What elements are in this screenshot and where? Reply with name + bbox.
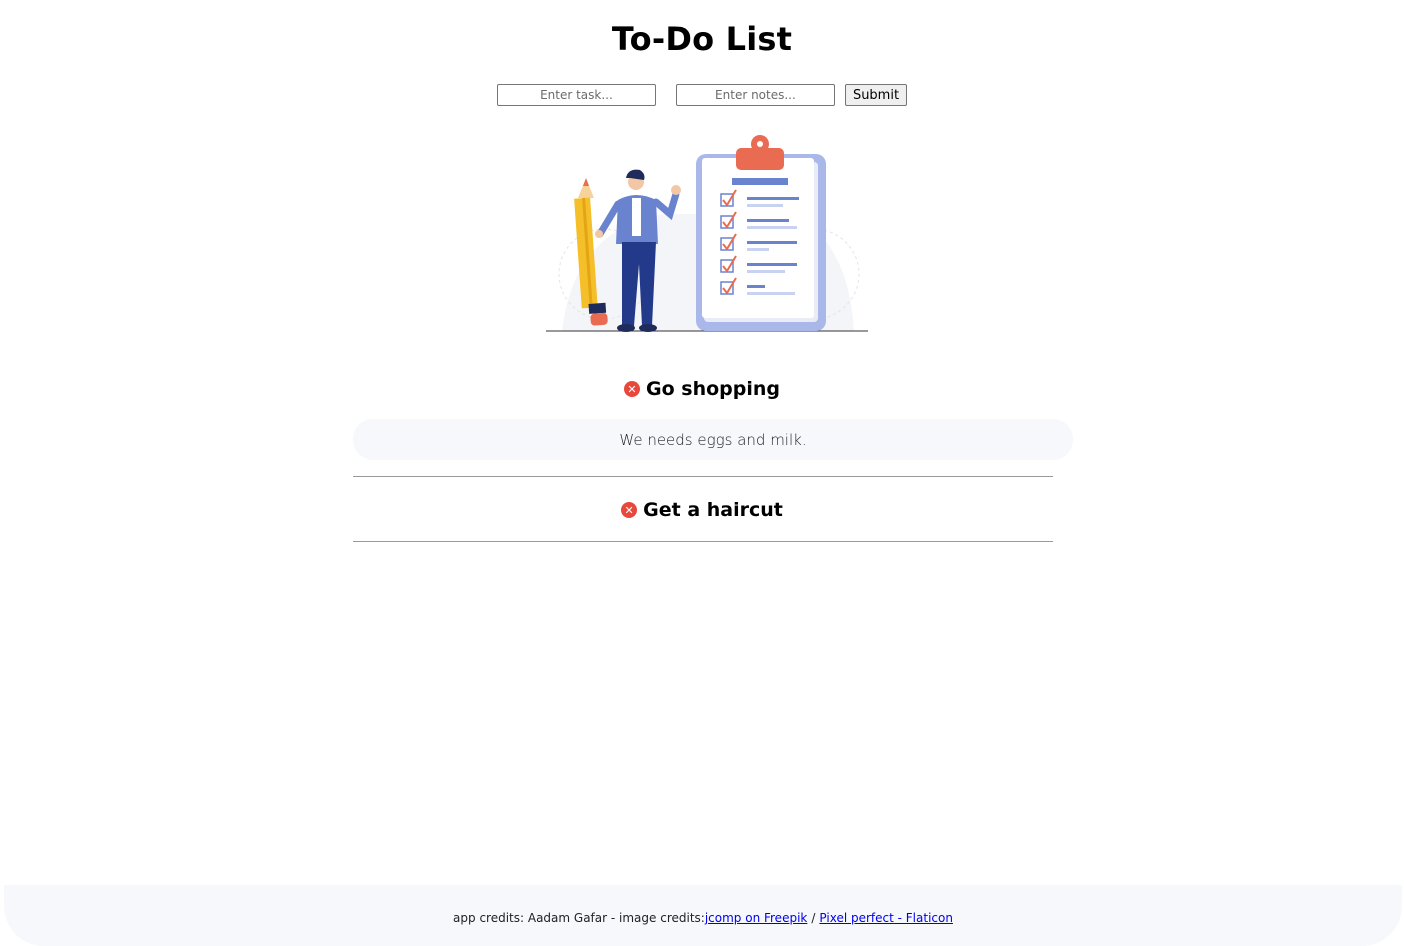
- divider: [353, 476, 1053, 477]
- notes-input[interactable]: [675, 84, 835, 106]
- todo-notes-text: We needs eggs and milk.: [619, 430, 807, 449]
- todo-title-text: Go shopping: [646, 378, 780, 400]
- todo-item-title: ✕ Go shopping: [0, 378, 1404, 400]
- divider: [353, 541, 1053, 542]
- flaticon-link[interactable]: Pixel perfect - Flaticon: [819, 911, 953, 925]
- footer-separator: /: [811, 911, 816, 925]
- close-circle-icon[interactable]: ✕: [624, 381, 640, 397]
- close-circle-icon[interactable]: ✕: [621, 502, 638, 518]
- add-task-form: Submit: [0, 84, 1404, 106]
- todo-item-title: ✕ Get a haircut: [0, 499, 1404, 521]
- task-input[interactable]: [496, 84, 656, 106]
- todo-notes: We needs eggs and milk.: [353, 419, 1073, 460]
- page-title: To-Do List: [611, 20, 793, 58]
- footer: app credits: Aadam Gafar - image credits…: [4, 885, 1402, 946]
- todo-illustration: [546, 135, 868, 332]
- footer-credits-text: app credits: Aadam Gafar - image credits…: [453, 911, 705, 925]
- freepik-link[interactable]: jcomp on Freepik: [705, 911, 808, 925]
- todo-title-text: Get a haircut: [643, 499, 783, 521]
- submit-button[interactable]: Submit: [844, 84, 908, 106]
